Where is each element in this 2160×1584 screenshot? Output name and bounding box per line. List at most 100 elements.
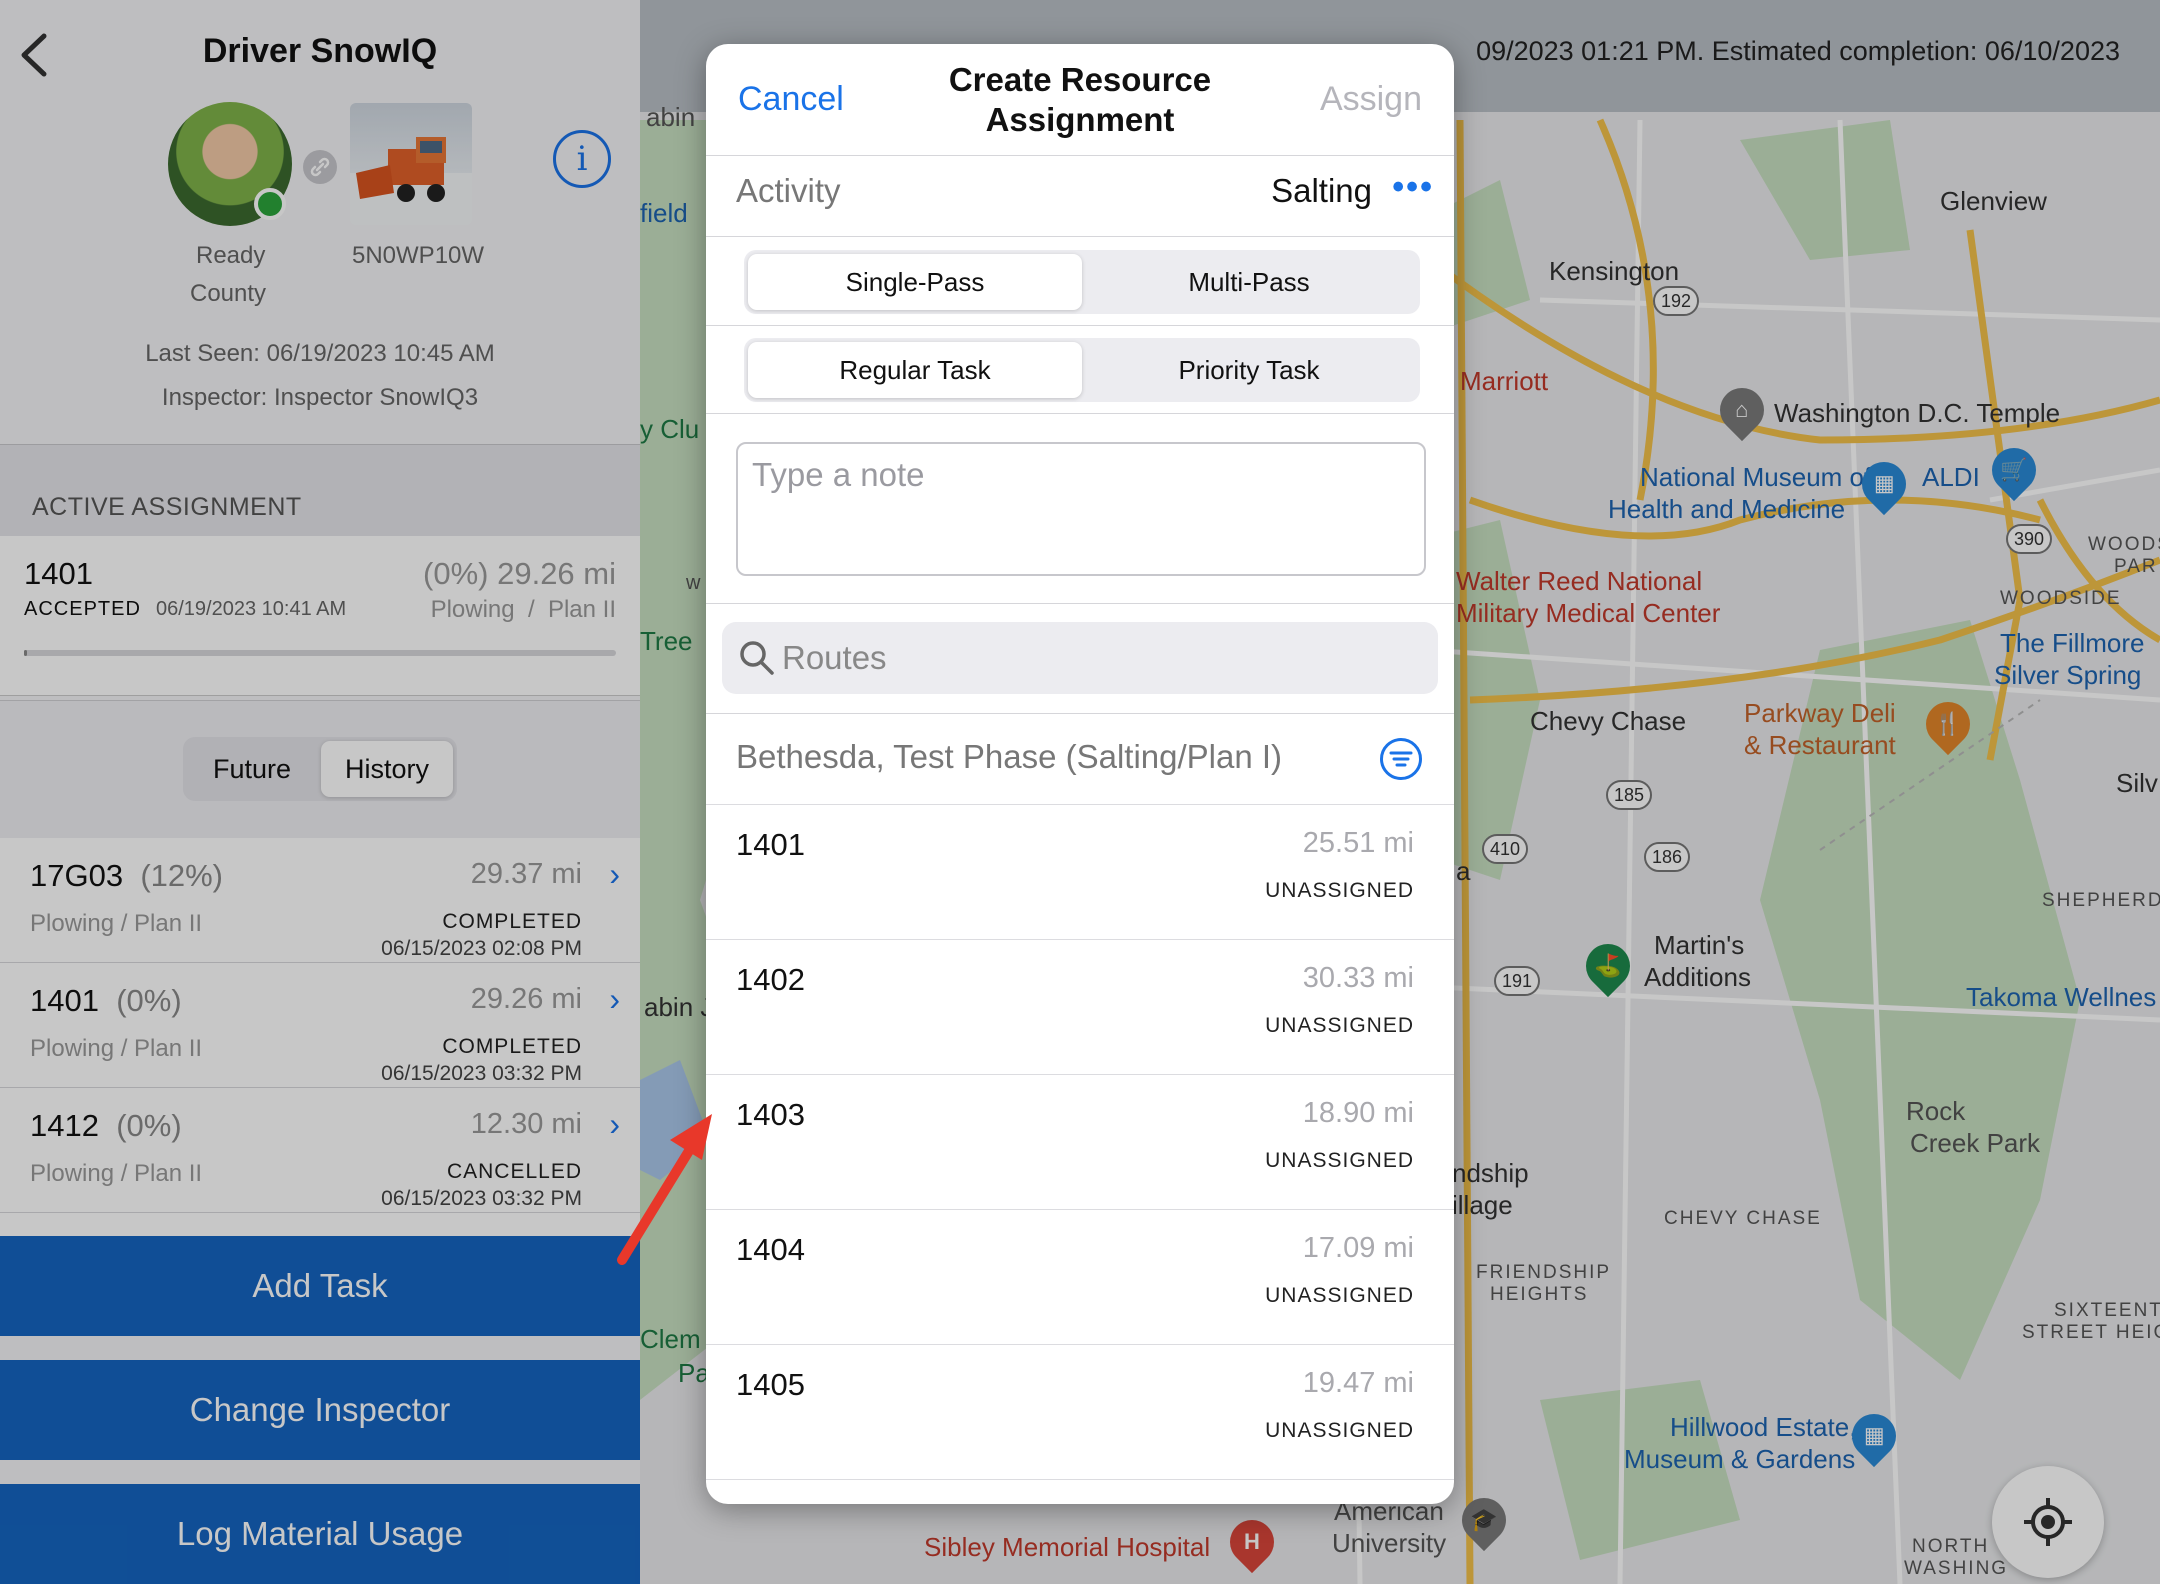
route-status: UNASSIGNED bbox=[1265, 1284, 1414, 1307]
map-label: Glenview bbox=[1940, 186, 2047, 216]
map-label: University bbox=[1332, 1528, 1447, 1558]
filter-icon[interactable] bbox=[1380, 738, 1422, 780]
crosshair-icon bbox=[2024, 1498, 2072, 1546]
task-priority-segment[interactable]: Regular Task Priority Task bbox=[744, 338, 1420, 402]
map-label: Creek Park bbox=[1910, 1128, 2041, 1158]
info-icon[interactable]: i bbox=[553, 130, 611, 188]
cancel-button[interactable]: Cancel bbox=[738, 80, 844, 119]
segment-single-pass[interactable]: Single-Pass bbox=[748, 254, 1082, 310]
segment-future[interactable]: Future bbox=[187, 741, 317, 797]
create-assignment-modal: Cancel Create Resource Assignment Assign… bbox=[706, 44, 1454, 1504]
map-label: ALDI bbox=[1922, 462, 1980, 492]
route-miles: 18.90 mi bbox=[1302, 1097, 1414, 1129]
route-id: 1405 bbox=[736, 1367, 805, 1402]
progress-fill bbox=[24, 650, 27, 656]
route-id: 1403 bbox=[736, 1097, 805, 1132]
history-row[interactable]: 1401 (0%) 29.26 mi › Plowing / Plan II COMPL… bbox=[0, 963, 640, 1088]
map-label: Additions bbox=[1644, 962, 1751, 992]
divider bbox=[706, 325, 1454, 326]
segment-regular-task[interactable]: Regular Task bbox=[748, 342, 1082, 398]
assignment-status: ACCEPTED bbox=[24, 598, 141, 620]
list-end-divider bbox=[706, 1479, 1454, 1504]
route-shield: 191 bbox=[1494, 966, 1541, 996]
search-icon bbox=[740, 641, 774, 675]
map-label: Walter Reed National bbox=[1456, 566, 1703, 596]
map-label: field bbox=[640, 198, 688, 228]
map-label: Museum & Gardens bbox=[1624, 1444, 1856, 1474]
assign-button[interactable]: Assign bbox=[1320, 80, 1422, 119]
future-history-segment[interactable]: Future History bbox=[183, 737, 457, 801]
map-label: abin J bbox=[644, 992, 714, 1022]
map-label: Takoma Wellnes bbox=[1966, 982, 2157, 1012]
map-label: Clem bbox=[640, 1324, 701, 1354]
more-options-icon[interactable]: ••• bbox=[1392, 168, 1434, 207]
map-label: Sibley Memorial Hospital bbox=[924, 1532, 1211, 1562]
chevron-right-icon[interactable]: › bbox=[609, 856, 620, 893]
map-label: Silver Spring bbox=[1994, 660, 2142, 690]
map-label: Rock bbox=[1906, 1096, 1966, 1126]
route-status: UNASSIGNED bbox=[1265, 1014, 1414, 1037]
route-id: 1404 bbox=[736, 1232, 805, 1267]
route-row[interactable]: 1405 19.47 mi UNASSIGNED bbox=[706, 1344, 1454, 1479]
map-label: Tree bbox=[640, 626, 693, 656]
history-subtitle: Plowing / Plan II bbox=[30, 910, 203, 937]
route-shield: 186 bbox=[1644, 842, 1691, 872]
log-material-usage-button[interactable]: Log Material Usage bbox=[0, 1484, 640, 1584]
segment-multi-pass[interactable]: Multi-Pass bbox=[1082, 254, 1416, 310]
map-label: WASHING bbox=[1904, 1558, 2009, 1579]
map-label: Martin's bbox=[1654, 930, 1745, 960]
route-row[interactable]: 1402 30.33 mi UNASSIGNED bbox=[706, 939, 1454, 1074]
route-id: 1401 bbox=[736, 827, 805, 862]
history-subtitle: Plowing / Plan II bbox=[30, 1160, 203, 1187]
change-inspector-button[interactable]: Change Inspector bbox=[0, 1360, 640, 1460]
map-label: Silv bbox=[2116, 768, 2158, 798]
inspector-name: Inspector: Inspector SnowIQ3 bbox=[161, 384, 479, 411]
map-label: PAR bbox=[2114, 556, 2158, 577]
driver-org: County bbox=[190, 280, 267, 307]
chevron-right-icon[interactable]: › bbox=[609, 981, 620, 1018]
link-icon bbox=[303, 150, 337, 184]
map-label: CHEVY CHASE bbox=[1664, 1208, 1822, 1229]
history-list: 17G03 (12%) 29.37 mi › Plowing / Plan II COM… bbox=[0, 838, 640, 1238]
active-assignment-row[interactable]: 1401 ACCEPTED 06/19/2023 10:41 AM (0%) 2… bbox=[0, 536, 640, 696]
pass-type-segment[interactable]: Single-Pass Multi-Pass bbox=[744, 250, 1420, 314]
history-date: 06/15/2023 03:32 PM bbox=[381, 1062, 582, 1085]
chevron-right-icon[interactable]: › bbox=[609, 1106, 620, 1143]
map-label: Military Medical Center bbox=[1456, 598, 1721, 628]
map-label: National Museum of bbox=[1640, 462, 1872, 492]
route-status: UNASSIGNED bbox=[1265, 1149, 1414, 1172]
segment-priority-task[interactable]: Priority Task bbox=[1082, 342, 1416, 398]
map-label: Marriott bbox=[1460, 366, 1549, 396]
history-date: 06/15/2023 03:32 PM bbox=[381, 1187, 582, 1210]
note-input[interactable] bbox=[736, 442, 1426, 576]
map-label: illage bbox=[1452, 1190, 1513, 1220]
history-status: CANCELLED bbox=[446, 1160, 582, 1183]
history-status: COMPLETED bbox=[442, 910, 582, 933]
map-label: Health and Medicine bbox=[1608, 494, 1846, 524]
modal-title: Create Resource Assignment bbox=[948, 61, 1212, 138]
routes-search-input[interactable] bbox=[782, 622, 1422, 694]
history-date: 06/15/2023 02:08 PM bbox=[381, 937, 582, 960]
routes-search-field[interactable] bbox=[722, 622, 1438, 694]
history-id: 1412 (0%) bbox=[30, 1108, 182, 1143]
segment-history[interactable]: History bbox=[321, 741, 453, 797]
map-label: STREET HEIGH bbox=[2022, 1322, 2160, 1343]
driver-panel: Driver SnowIQ i Ready County 5N0WP10W La… bbox=[0, 0, 640, 1584]
map-label: y Clu bbox=[640, 414, 700, 444]
map-label: The Fillmore bbox=[2000, 628, 2145, 658]
vehicle-photo[interactable] bbox=[350, 103, 472, 225]
route-row[interactable]: 1404 17.09 mi UNASSIGNED bbox=[706, 1209, 1454, 1344]
route-id: 1402 bbox=[736, 962, 805, 997]
route-row[interactable]: 1403 18.90 mi UNASSIGNED bbox=[706, 1074, 1454, 1209]
history-row[interactable]: 1412 (0%) 12.30 mi › Plowing / Plan II CANCE… bbox=[0, 1088, 640, 1213]
assignment-date: 06/19/2023 10:41 AM bbox=[156, 598, 347, 620]
locate-me-button[interactable] bbox=[1992, 1466, 2104, 1578]
history-id: 17G03 (12%) bbox=[30, 858, 224, 893]
banner-text: 09/2023 01:21 PM. Estimated completion: … bbox=[1476, 36, 2120, 66]
map-label: abin bbox=[646, 102, 696, 132]
map-label: SHEPHERD bbox=[2042, 890, 2160, 911]
add-task-button[interactable]: Add Task bbox=[0, 1236, 640, 1336]
history-row[interactable]: 17G03 (12%) 29.37 mi › Plowing / Plan II COM… bbox=[0, 838, 640, 963]
route-row[interactable]: 1401 25.51 mi UNASSIGNED bbox=[706, 804, 1454, 939]
divider bbox=[706, 413, 1454, 414]
